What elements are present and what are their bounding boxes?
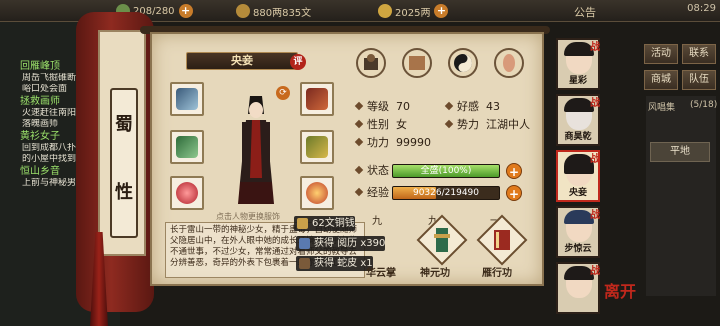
exp-bar-text: 90326/219490 xyxy=(412,188,480,198)
contact-button[interactable]: 联系 xyxy=(682,44,716,64)
figure-hint: 点击人物更换服饰 xyxy=(216,212,280,221)
portrait-card[interactable]: 战商昊乾 xyxy=(556,94,600,146)
activity-button[interactable]: 活动 xyxy=(644,44,678,64)
add-gold-button[interactable]: + xyxy=(434,4,449,18)
add-exp-button[interactable]: + xyxy=(506,185,522,201)
martial-name[interactable]: 雁行功 xyxy=(482,264,512,279)
scroll-icon xyxy=(434,228,450,252)
ability-icon-1[interactable] xyxy=(356,48,386,78)
gender-stat: 性别 女 xyxy=(354,118,407,132)
side-list-label: 风唱集 xyxy=(648,103,676,113)
equip-slot-ring[interactable] xyxy=(170,130,204,164)
reward-toast: 获得 蛇皮 x1 xyxy=(296,256,373,271)
equip-slot-armor[interactable] xyxy=(300,130,334,164)
martial-name[interactable]: 华云掌 xyxy=(366,264,396,279)
change-outfit-button[interactable]: ⟳ xyxy=(276,86,290,100)
book-icon xyxy=(299,238,310,249)
gold-icon xyxy=(378,4,392,18)
reward-toast: 获得 阅历 x390 xyxy=(296,236,386,251)
side-list-item[interactable]: 平地 xyxy=(650,142,710,162)
side-list xyxy=(646,96,716,296)
faction-stat: 势力 江湖中人 xyxy=(444,118,530,132)
exit-seal-button[interactable]: 离开 xyxy=(604,278,636,302)
tag-char: 性 xyxy=(115,182,133,203)
exp-label: 经验 xyxy=(354,186,389,200)
character-name: 央妾 xyxy=(186,52,298,70)
coin-icon xyxy=(297,218,308,229)
team-button[interactable]: 队伍 xyxy=(682,70,716,90)
party-portraits: 战星彩 战商昊乾 战央妾 战步惊云 战 xyxy=(556,36,602,316)
gold-value: 2025两 xyxy=(395,7,431,19)
tag-char: 蜀 xyxy=(115,114,133,135)
ability-icon-4[interactable] xyxy=(494,48,524,78)
armor-icon xyxy=(306,136,328,158)
rate-badge[interactable]: 评 xyxy=(290,54,306,70)
equip-slot-weapon[interactable] xyxy=(170,82,204,116)
side-list-count: (5/18) xyxy=(690,100,718,110)
portrait-card-active[interactable]: 战央妾 xyxy=(556,150,600,202)
category-tag: 蜀 性 xyxy=(110,88,138,238)
add-stamina-button[interactable]: + xyxy=(178,4,193,18)
state-bar: 全盛(100%) xyxy=(392,164,500,178)
notice-button[interactable]: 公告 xyxy=(574,4,596,20)
equip-slot-charm[interactable] xyxy=(300,176,334,210)
portrait-card[interactable]: 战 xyxy=(556,262,600,314)
belt-icon xyxy=(306,88,328,110)
state-label: 状态 xyxy=(354,164,389,178)
portrait-card[interactable]: 战步惊云 xyxy=(556,206,600,258)
sword-icon xyxy=(176,88,198,110)
coin-icon xyxy=(236,4,250,18)
money-value: 880两835文 xyxy=(253,7,312,19)
equip-slot-belt[interactable] xyxy=(300,82,334,116)
equip-slot-orb[interactable] xyxy=(170,176,204,210)
level-stat: 等级 70 xyxy=(354,100,410,114)
orb-icon xyxy=(176,182,198,204)
gold-resource: 2025两 + xyxy=(378,3,449,19)
ability-icon-2[interactable] xyxy=(402,48,432,78)
money-resource: 880两835文 xyxy=(236,3,311,19)
bracelet-icon xyxy=(176,136,198,158)
portrait-card[interactable]: 战星彩 xyxy=(556,38,600,90)
martial-name[interactable]: 神元功 xyxy=(420,264,450,279)
power-stat: 功力 99990 xyxy=(354,136,431,150)
clock: 08:29 xyxy=(687,3,716,14)
favor-stat: 好感 43 xyxy=(444,100,500,114)
charm-icon xyxy=(306,182,328,204)
restore-state-button[interactable]: + xyxy=(506,163,522,179)
shop-button[interactable]: 商城 xyxy=(644,70,678,90)
ability-icon-3[interactable] xyxy=(448,48,478,78)
exp-bar: 90326/219490 xyxy=(392,186,500,200)
snakeskin-icon xyxy=(299,258,310,269)
character-figure[interactable] xyxy=(228,92,284,208)
book-icon xyxy=(494,230,510,250)
state-bar-text: 全盛(100%) xyxy=(420,166,472,176)
reward-toast: 62文铜钱 xyxy=(294,216,355,231)
martial-level: 九 xyxy=(372,216,382,227)
